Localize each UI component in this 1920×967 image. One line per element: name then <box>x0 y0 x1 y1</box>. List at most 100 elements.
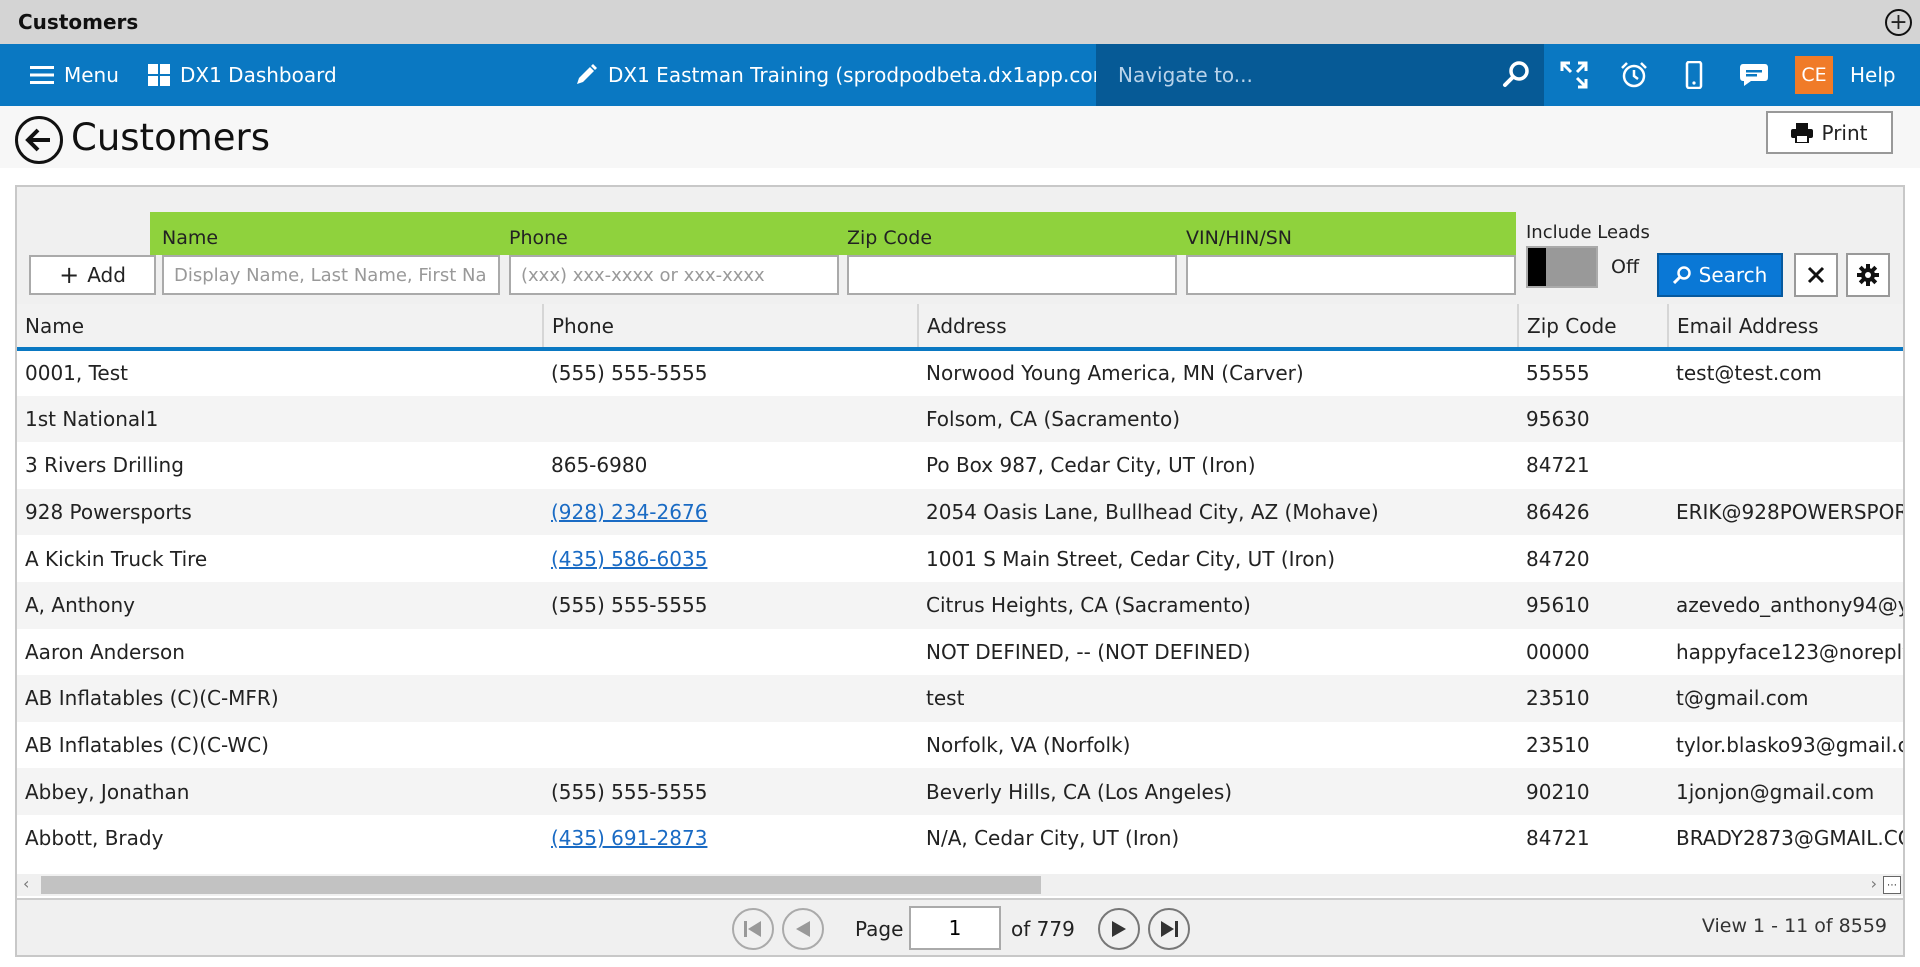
alarm-clock-icon <box>1621 62 1647 88</box>
table-row[interactable]: Aaron Anderson NOT DEFINED, -- (NOT DEFIN… <box>17 629 1903 676</box>
top-navigation: Menu DX1 Dashboard DX1 Eastman Training … <box>0 44 1920 106</box>
cell-phone <box>543 395 918 443</box>
pencil-icon <box>577 64 597 84</box>
cell-zip: 55555 <box>1526 361 1590 386</box>
include-leads-toggle[interactable] <box>1526 246 1598 288</box>
search-button[interactable]: Search <box>1657 253 1783 297</box>
table-row[interactable]: 3 Rivers Drilling 865-6980 Po Box 987, Ced… <box>17 442 1903 489</box>
vin-filter-input[interactable] <box>1186 255 1516 295</box>
search-icon[interactable] <box>1502 60 1530 88</box>
cell-name: A Kickin Truck Tire <box>25 546 208 571</box>
cell-address: N/A, Cedar City, UT (Iron) <box>926 826 1180 851</box>
cell-zip: 23510 <box>1526 733 1590 758</box>
column-header-address[interactable]: Address <box>918 304 1519 351</box>
name-filter-input[interactable] <box>162 255 500 295</box>
expand-icon <box>1560 61 1588 89</box>
settings-button[interactable] <box>1846 253 1890 297</box>
navigate-search <box>1096 44 1544 106</box>
cell-email <box>1668 442 1903 489</box>
add-tab-icon[interactable]: + <box>1885 9 1912 36</box>
phone-filter-input[interactable] <box>509 255 839 295</box>
expand-button[interactable] <box>1544 44 1604 106</box>
back-button[interactable] <box>15 116 63 164</box>
hamburger-icon <box>30 66 54 84</box>
mobile-button[interactable] <box>1664 44 1724 106</box>
cell-email: test@test.com <box>1676 361 1822 386</box>
navigate-input[interactable] <box>1118 63 1478 87</box>
close-icon <box>1807 266 1825 284</box>
table-row[interactable]: Abbott, Brady (435) 691-2873 N/A, Cedar Ci… <box>17 815 1903 862</box>
horizontal-scrollbar[interactable]: ‹ › ⋯ <box>17 874 1903 896</box>
table-row[interactable]: AB Inflatables (C)(C-WC) Norfolk, VA (Nor… <box>17 722 1903 769</box>
phone-link[interactable]: (435) 691-2873 <box>551 826 707 850</box>
add-label: Add <box>87 263 126 287</box>
customers-grid: Name Phone Address Zip Code Email Addres… <box>17 304 1903 869</box>
search-label: Search <box>1698 263 1768 287</box>
table-row[interactable]: 928 Powersports (928) 234-2676 2054 Oasis … <box>17 488 1903 536</box>
cell-zip: 23510 <box>1518 675 1668 722</box>
clear-filters-button[interactable] <box>1794 253 1838 297</box>
page-number-input[interactable] <box>909 906 1001 950</box>
column-header-zip[interactable]: Zip Code <box>1518 304 1669 351</box>
cell-zip: 95610 <box>1518 581 1668 629</box>
print-button[interactable]: Print <box>1766 111 1893 154</box>
cell-zip: 84720 <box>1526 546 1590 571</box>
reminders-button[interactable] <box>1604 44 1664 106</box>
include-leads-state: Off <box>1611 256 1640 278</box>
phone-link[interactable]: (928) 234-2676 <box>551 500 707 524</box>
column-header-phone[interactable]: Phone <box>543 304 919 351</box>
printer-icon <box>1791 122 1814 143</box>
cell-email: happyface123@noreply.n <box>1676 639 1903 664</box>
toggle-knob <box>1528 248 1546 286</box>
menu-button[interactable]: Menu <box>16 44 133 106</box>
cell-phone <box>543 675 918 722</box>
phone-link[interactable]: (435) 586-6035 <box>551 547 707 571</box>
skip-last-icon <box>1161 921 1178 937</box>
nav-icon-group: CE Help <box>1544 44 1896 106</box>
cell-zip: 84721 <box>1526 453 1590 478</box>
view-count: View 1 - 11 of 8559 <box>1701 915 1887 937</box>
cell-phone: (555) 555-5555 <box>543 768 918 815</box>
dashboard-button[interactable]: DX1 Dashboard <box>134 44 351 106</box>
filter-header-band <box>150 212 1516 255</box>
cell-zip: 90210 <box>1518 768 1668 815</box>
scroll-right-icon[interactable]: › <box>1871 874 1877 893</box>
cell-name: 928 Powersports <box>17 488 543 536</box>
cell-phone <box>543 722 918 769</box>
user-avatar[interactable]: CE <box>1795 56 1833 94</box>
previous-page-button[interactable] <box>782 908 824 950</box>
next-page-button[interactable] <box>1098 908 1140 950</box>
table-row[interactable]: A, Anthony (555) 555-5555 Citrus Heights, … <box>17 581 1903 629</box>
environment-selector[interactable]: DX1 Eastman Training (sprodpodbeta.dx1ap… <box>560 44 1134 106</box>
column-header-email[interactable]: Email Address <box>1668 304 1903 351</box>
cell-address: Norwood Young America, MN (Carver) <box>926 361 1304 386</box>
column-header-name[interactable]: Name <box>17 304 544 351</box>
search-icon <box>1672 266 1691 284</box>
cell-address: 2054 Oasis Lane, Bullhead City, AZ (Moha… <box>918 488 1518 536</box>
first-page-button[interactable] <box>732 908 774 950</box>
phone-filter-label: Phone <box>509 227 568 249</box>
messages-button[interactable] <box>1724 44 1784 106</box>
zip-filter-input[interactable] <box>847 255 1177 295</box>
table-row[interactable]: AB Inflatables (C)(C-MFR) test 23510 t@gmai… <box>17 675 1903 722</box>
cell-phone: (435) 691-2873 <box>543 815 918 862</box>
last-page-button[interactable] <box>1148 908 1190 950</box>
print-label: Print <box>1821 120 1868 145</box>
table-row[interactable]: Abbey, Jonathan (555) 555-5555 Beverly Hil… <box>17 768 1903 815</box>
scrollbar-thumb[interactable] <box>41 876 1041 894</box>
cell-name: Aaron Anderson <box>25 639 185 664</box>
cell-email: 1jonjon@gmail.com <box>1668 768 1903 815</box>
table-row[interactable]: A Kickin Truck Tire (435) 586-6035 1001 S … <box>17 535 1903 582</box>
cell-address: Norfolk, VA (Norfolk) <box>926 733 1131 758</box>
window-titlebar: Customers + <box>0 0 1920 44</box>
customers-panel: Name Phone Zip Code VIN/HIN/SN + Add Inc… <box>15 185 1905 957</box>
add-customer-button[interactable]: + Add <box>29 255 156 295</box>
table-row[interactable]: 0001, Test (555) 555-5555 Norwood Young Am… <box>17 349 1903 396</box>
vin-filter-label: VIN/HIN/SN <box>1186 227 1292 249</box>
help-link[interactable]: Help <box>1850 63 1896 87</box>
scroll-left-icon[interactable]: ‹ <box>23 874 29 893</box>
cell-zip: 84721 <box>1526 826 1590 851</box>
more-icon[interactable]: ⋯ <box>1883 876 1901 894</box>
table-row[interactable]: 1st National1 Folsom, CA (Sacramento) 9563… <box>17 395 1903 443</box>
cell-address: Citrus Heights, CA (Sacramento) <box>918 581 1518 629</box>
